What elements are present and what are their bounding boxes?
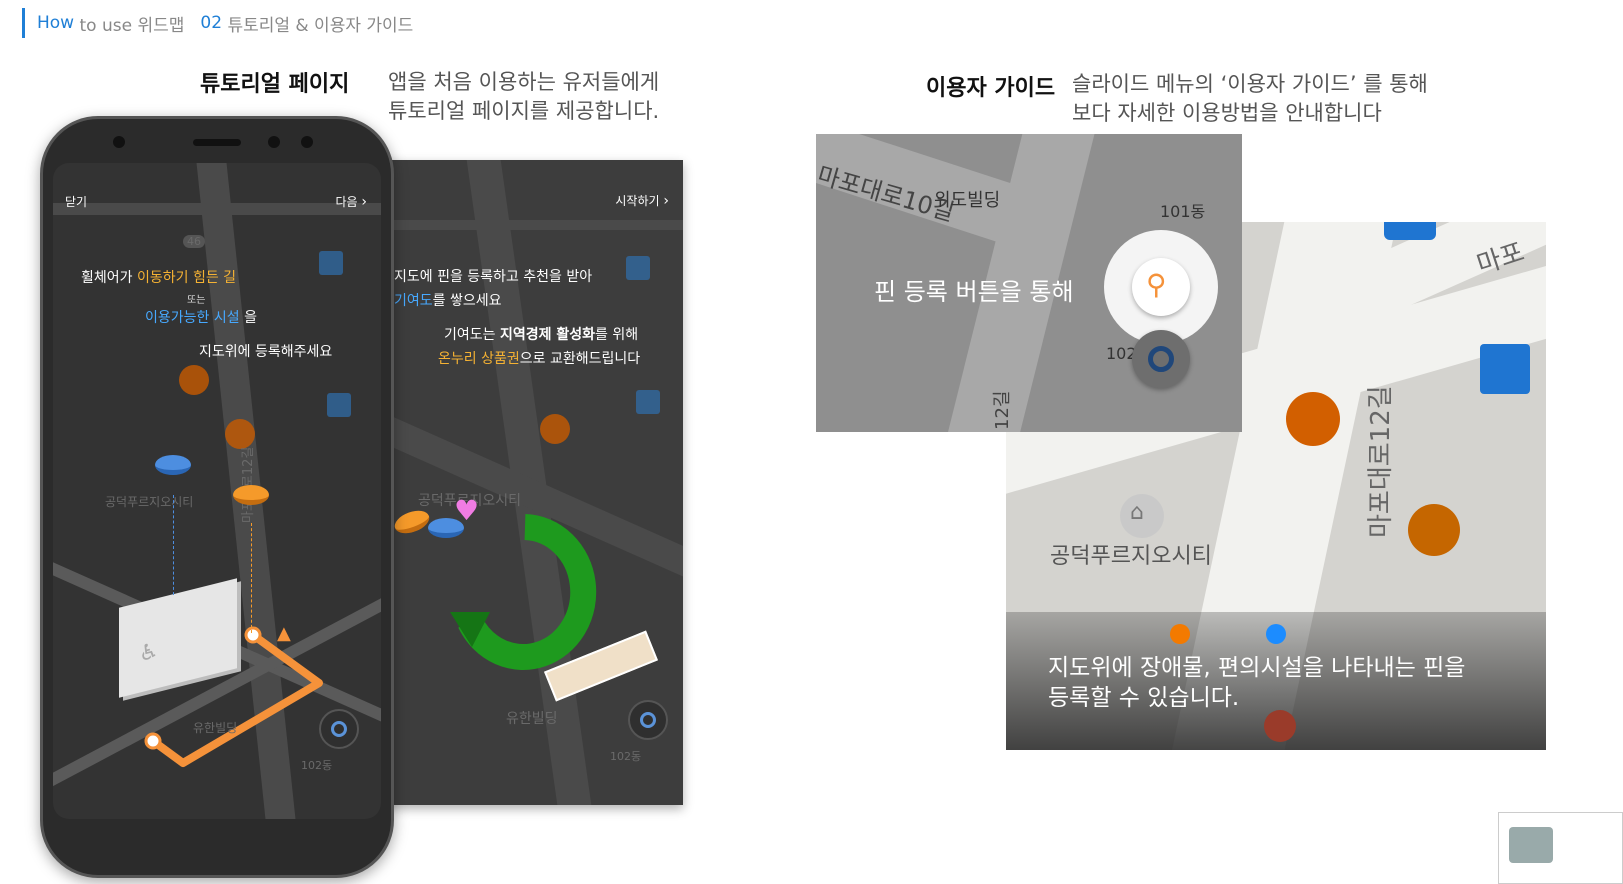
- screen2-dong: 102동: [610, 750, 642, 763]
- phone-camera: [113, 136, 125, 148]
- toilet-icon: [636, 390, 660, 414]
- screen1-line1: 휠체어가 이동하기 힘든 길: [81, 267, 236, 287]
- screen1-line2: 또는: [187, 295, 206, 306]
- screen2-line3: 기여도는 지역경제 활성화를 위해: [444, 324, 638, 344]
- target-icon: [640, 712, 656, 728]
- screen1-line3-post: 을: [239, 310, 257, 326]
- guide-place: 공덕푸르지오시티: [1050, 544, 1212, 569]
- ramp-icon: [1286, 392, 1340, 446]
- screen2-line3-post: 를 위해: [595, 327, 639, 343]
- guide-pin-caption: 핀 등록 버튼을 통해: [874, 278, 1074, 306]
- wheelchair-icon: ♿: [139, 637, 159, 668]
- breadcrumb-title: 튜토리얼 & 이용자 가이드: [227, 15, 414, 36]
- thumbnail[interactable]: [1498, 812, 1623, 884]
- pin-guide-line: [173, 495, 174, 595]
- screen2-line4: 온누리 상품권으로 교환해드립니다: [438, 348, 640, 368]
- guide-desc: 슬라이드 메뉴의 ‘이용자 가이드’ 를 통해 보다 자세한 이용방법을 안내합…: [1072, 70, 1428, 128]
- guide-caption-line1: 지도위에 장애물, 편의시설을 나타내는 핀을: [1048, 655, 1466, 681]
- pin-register-button[interactable]: ⚲: [1132, 258, 1190, 316]
- screen1-line3-hl: 이용가능한 시설: [145, 310, 240, 326]
- target-icon: [331, 721, 347, 737]
- locate-button[interactable]: [319, 709, 359, 749]
- poi-icon: [225, 419, 255, 449]
- guide-desc-line2: 보다 자세한 이용방법을 안내합니다: [1072, 101, 1382, 125]
- start-button[interactable]: 시작하기 ›: [615, 192, 669, 209]
- screen1-dong: 102동: [301, 759, 333, 772]
- screen1-line4: 지도위에 등록해주세요: [199, 344, 333, 360]
- screen2-line3-bold: 지역경제 활성화: [499, 327, 596, 343]
- stairs-icon: [1408, 504, 1460, 556]
- start-label: 시작하기: [615, 194, 660, 208]
- guide-wido-building: 위도빌딩: [934, 190, 1001, 211]
- blue-pin-icon: [155, 455, 191, 475]
- warning-icon: ▲: [277, 623, 291, 644]
- screen2-topbar: 시작하기 ›: [362, 180, 683, 224]
- marker-icon: [1264, 710, 1296, 742]
- phone-sensor-2: [301, 136, 313, 148]
- pin-register-icon: ⚲: [1146, 268, 1167, 301]
- pin-guide-line: [251, 523, 252, 633]
- poi-icon: [540, 414, 570, 444]
- screen2-line3-pre: 기여도는: [444, 327, 500, 343]
- phone-sensor: [268, 136, 280, 148]
- guide-12gil: 12길: [992, 390, 1013, 430]
- screen1-line3: 이용가능한 시설 을: [145, 307, 257, 327]
- thumbnail-image: [1509, 827, 1553, 863]
- screen1-line1-hl: 이동하기 힘든 길: [136, 270, 237, 286]
- search-icon: [319, 251, 343, 275]
- screen2-line1: 지도에 핀을 등록하고 추천을 받아: [394, 269, 593, 285]
- locate-button[interactable]: [628, 700, 668, 740]
- screen1-route-number: 46: [183, 235, 205, 248]
- orange-pin-icon: [233, 485, 269, 505]
- search-icon: [626, 256, 650, 280]
- blue-dot: [1266, 624, 1286, 644]
- next-label: 다음: [335, 195, 358, 209]
- next-button[interactable]: 다음 ›: [335, 193, 367, 210]
- tutorial-screen-2: 시작하기 › 지도에 핀을 등록하고 추천을 받아 기여도를 쌓으세요 기여도는…: [362, 160, 683, 805]
- screen1-bldg: 유한빌딩: [193, 721, 238, 735]
- tutorial-screen-1: 닫기 다음 › 46 휠체어가 이동하기 힘든 길 또는 이용가능한 시설 을 …: [53, 163, 381, 819]
- screen1-line1-pre: 휠체어가: [81, 270, 137, 286]
- heart-icon: ♥: [454, 494, 480, 527]
- guide-desc-line1: 슬라이드 메뉴의 ‘이용자 가이드’ 를 통해: [1072, 72, 1428, 96]
- breadcrumb: How to use 위드맵 02 튜토리얼 & 이용자 가이드: [22, 8, 413, 38]
- screen2-line2: 기여도를 쌓으세요: [394, 290, 502, 310]
- guide-caption-line2: 등록할 수 있습니다.: [1048, 685, 1240, 711]
- tutorial-desc: 앱을 처음 이용하는 유저들에게 튜토리얼 페이지를 제공합니다.: [388, 68, 659, 126]
- screen2-bldg: 유한빌딩: [506, 711, 558, 727]
- close-button[interactable]: 닫기: [65, 193, 87, 210]
- tutorial-desc-line2: 튜토리얼 페이지를 제공합니다.: [388, 99, 660, 123]
- recycle-arrows-icon: [450, 514, 597, 670]
- breadcrumb-how: How: [37, 13, 75, 33]
- guide-title: 이용자 가이드: [926, 76, 1056, 101]
- screen2-line4-hl: 온누리 상품권: [438, 351, 520, 367]
- guide-101: 101동: [1160, 202, 1206, 221]
- screen2-line2-post: 를 쌓으세요: [432, 293, 502, 309]
- tutorial-desc-line1: 앱을 처음 이용하는 유저들에게: [388, 70, 660, 94]
- facility-icon: [1384, 222, 1436, 240]
- phone-mockup: 닫기 다음 › 46 휠체어가 이동하기 힘든 길 또는 이용가능한 시설 을 …: [40, 116, 394, 878]
- poi-icon: [179, 365, 209, 395]
- breadcrumb-number: 02: [200, 13, 223, 33]
- chevron-right-icon: ›: [663, 193, 669, 209]
- home-icon: ⌂: [1120, 494, 1164, 538]
- toilet-icon: [327, 393, 351, 417]
- screen1-place: 공덕푸르지오시티: [105, 495, 194, 509]
- screen2-line2-hl: 기여도: [394, 293, 433, 309]
- chevron-right-icon: ›: [361, 194, 367, 210]
- guide-map-small: 마포대로10길 위도빌딩 101동 102 12길 핀 등록 버튼을 통해 ⚲: [816, 134, 1242, 432]
- locate-button[interactable]: [1132, 330, 1190, 388]
- screen1-topbar: 닫기 다음 ›: [53, 183, 381, 227]
- orange-pin-icon: [391, 506, 433, 538]
- screen2-line4-post: 으로 교환해드립니다: [519, 351, 641, 367]
- tutorial-title: 튜토리얼 페이지: [200, 72, 350, 97]
- phone-speaker: [193, 139, 241, 146]
- orange-dot: [1170, 624, 1190, 644]
- guide-road-vertical: 마포대로12길: [1366, 385, 1396, 538]
- toilet-icon: [1480, 344, 1530, 394]
- breadcrumb-to-use: to use 위드맵: [79, 15, 185, 36]
- target-icon: [1148, 346, 1174, 372]
